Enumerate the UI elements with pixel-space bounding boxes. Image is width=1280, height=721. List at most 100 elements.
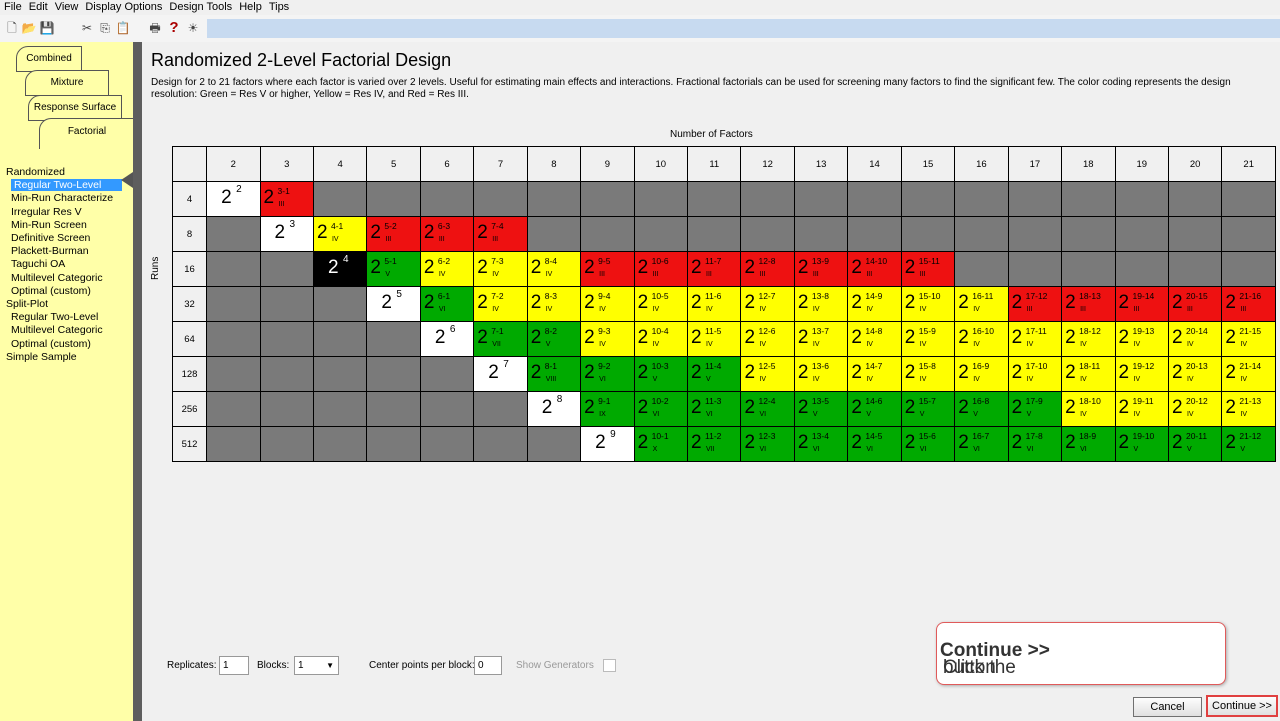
design-cell[interactable]: 2 11-2 VII (687, 426, 742, 462)
design-cell[interactable]: 2 13-9 III (793, 251, 849, 287)
design-cell[interactable]: 2 15-7 V (900, 391, 956, 427)
save-icon[interactable]: 💾 (39, 20, 55, 36)
design-cell[interactable]: 2 21-16 III (1221, 286, 1276, 322)
design-cell[interactable]: 2 6-2 IV (419, 251, 475, 287)
menu-display-options[interactable]: Display Options (81, 0, 165, 13)
design-cell[interactable]: 2 17-12 III (1007, 286, 1063, 322)
nav-item-min-run-screen[interactable]: Min-Run Screen (11, 219, 87, 231)
menu-help[interactable]: Help (235, 0, 265, 13)
tab-mixture[interactable]: Mixture (25, 70, 109, 96)
design-cell[interactable]: 23 (259, 216, 314, 252)
nav-item-plackett-burman[interactable]: Plackett-Burman (11, 245, 89, 257)
nav-item-min-run-characterize[interactable]: Min-Run Characterize (11, 192, 113, 204)
design-cell[interactable]: 2 21-15 IV (1221, 321, 1276, 357)
design-cell[interactable]: 2 16-9 IV (954, 356, 1009, 392)
design-cell[interactable]: 2 20-14 IV (1167, 321, 1223, 357)
design-cell[interactable]: 2 14-7 IV (847, 356, 902, 392)
print-icon[interactable]: 🖶 (147, 20, 163, 36)
design-cell[interactable]: 2 12-6 IV (740, 321, 795, 357)
menu-design-tools[interactable]: Design Tools (165, 0, 235, 13)
design-cell[interactable]: 2 15-6 VI (900, 426, 956, 462)
replicates-input[interactable]: 1 (219, 656, 249, 675)
nav-item-optimal-custom[interactable]: Optimal (custom) (11, 285, 91, 297)
design-cell[interactable]: 28 (526, 391, 582, 427)
show-generators-checkbox[interactable] (603, 659, 616, 672)
design-cell[interactable]: 2 13-7 IV (793, 321, 849, 357)
design-cell[interactable]: 2 20-15 III (1167, 286, 1223, 322)
design-cell[interactable]: 2 20-11 V (1167, 426, 1223, 462)
design-cell[interactable]: 2 3-1 III (259, 181, 314, 217)
design-cell[interactable]: 2 19-14 III (1114, 286, 1169, 322)
menu-view[interactable]: View (51, 0, 82, 13)
design-cell[interactable]: 2 10-2 VI (633, 391, 689, 427)
design-cell[interactable]: 2 10-1 X (633, 426, 689, 462)
menu-edit[interactable]: Edit (25, 0, 51, 13)
design-cell[interactable]: 2 14-9 IV (847, 286, 902, 322)
design-cell[interactable]: 2 11-6 IV (687, 286, 742, 322)
design-cell[interactable]: 2 10-6 III (633, 251, 689, 287)
design-cell[interactable]: 2 12-3 VI (740, 426, 795, 462)
help-icon[interactable]: ? (166, 20, 182, 36)
nav-item-definitive-screen[interactable]: Definitive Screen (11, 232, 90, 244)
design-cell[interactable]: 2 8-2 V (526, 321, 582, 357)
nav-item-taguchi-oa[interactable]: Taguchi OA (11, 258, 65, 270)
design-cell[interactable]: 2 18-10 IV (1061, 391, 1116, 427)
design-cell[interactable]: 2 16-8 V (954, 391, 1009, 427)
design-cell[interactable]: 2 11-5 IV (687, 321, 742, 357)
design-cell[interactable]: 2 9-5 III (580, 251, 635, 287)
design-cell[interactable]: 2 8-4 IV (526, 251, 582, 287)
design-cell[interactable]: 2 14-8 IV (847, 321, 902, 357)
design-cell[interactable]: 2 9-2 VI (580, 356, 635, 392)
design-cell[interactable]: 2 20-13 IV (1167, 356, 1223, 392)
nav-item-regular-two-level[interactable]: Regular Two-Level (11, 311, 98, 323)
design-cell[interactable]: 2 8-3 IV (526, 286, 582, 322)
nav-item-optimal-custom[interactable]: Optimal (custom) (11, 338, 91, 350)
design-cell[interactable]: 27 (473, 356, 528, 392)
design-cell[interactable]: 2 4-1 IV (312, 216, 368, 252)
design-cell[interactable]: 2 5-1 V (366, 251, 421, 287)
design-cell[interactable]: 2 12-5 IV (740, 356, 795, 392)
design-cell[interactable]: 2 7-3 IV (473, 251, 528, 287)
design-cell[interactable]: 2 16-11 IV (954, 286, 1009, 322)
new-icon[interactable]: 🗋 (4, 20, 20, 36)
design-cell[interactable]: 2 14-10 III (847, 251, 902, 287)
design-cell[interactable]: 2 13-8 IV (793, 286, 849, 322)
design-cell[interactable]: 2 6-3 III (419, 216, 475, 252)
design-cell[interactable]: 2 19-11 IV (1114, 391, 1169, 427)
nav-item-irregular-res-v[interactable]: Irregular Res V (11, 206, 82, 218)
design-cell[interactable]: 2 19-12 IV (1114, 356, 1169, 392)
design-cell[interactable]: 2 18-11 IV (1061, 356, 1116, 392)
design-cell[interactable]: 2 21-13 IV (1221, 391, 1276, 427)
design-cell[interactable]: 2 14-5 VI (847, 426, 902, 462)
design-cell[interactable]: 2 13-6 IV (793, 356, 849, 392)
design-cell[interactable]: 2 19-10 V (1114, 426, 1169, 462)
design-cell[interactable]: 2 11-4 V (687, 356, 742, 392)
design-cell[interactable]: 2 7-2 IV (473, 286, 528, 322)
design-cell[interactable]: 2 12-7 IV (740, 286, 795, 322)
open-icon[interactable]: 📂 (21, 20, 37, 36)
design-cell[interactable]: 25 (366, 286, 421, 322)
nav-item-multilevel-categoric[interactable]: Multilevel Categoric (11, 272, 103, 284)
sidebar-splitter[interactable] (133, 42, 142, 721)
cancel-button[interactable]: Cancel (1133, 697, 1202, 717)
design-cell[interactable]: 2 16-7 VI (954, 426, 1009, 462)
paste-icon[interactable]: 📋 (115, 20, 131, 36)
design-cell[interactable]: 2 9-3 IV (580, 321, 635, 357)
nav-item-split-plot[interactable]: Split-Plot (6, 298, 48, 310)
design-cell[interactable]: 2 12-8 III (740, 251, 795, 287)
design-cell[interactable]: 2 7-4 III (473, 216, 528, 252)
design-cell[interactable]: 2 14-6 V (847, 391, 902, 427)
design-cell[interactable]: 2 9-1 IX (580, 391, 635, 427)
design-cell[interactable]: 2 10-5 IV (633, 286, 689, 322)
design-cell[interactable]: 2 12-4 VI (740, 391, 795, 427)
design-cell[interactable]: 2 7-1 VII (473, 321, 528, 357)
design-cell[interactable]: 2 17-10 IV (1007, 356, 1063, 392)
design-cell[interactable]: 2 11-3 VI (687, 391, 742, 427)
menu-file[interactable]: File (0, 0, 25, 13)
design-cell[interactable]: 2 13-4 VI (793, 426, 849, 462)
design-cell[interactable]: 24 (312, 251, 368, 287)
design-cell[interactable]: 2 11-7 III (687, 251, 742, 287)
nav-item-simple-sample[interactable]: Simple Sample (6, 351, 77, 363)
design-cell[interactable]: 2 15-8 IV (900, 356, 956, 392)
menu-tips[interactable]: Tips (265, 0, 292, 13)
